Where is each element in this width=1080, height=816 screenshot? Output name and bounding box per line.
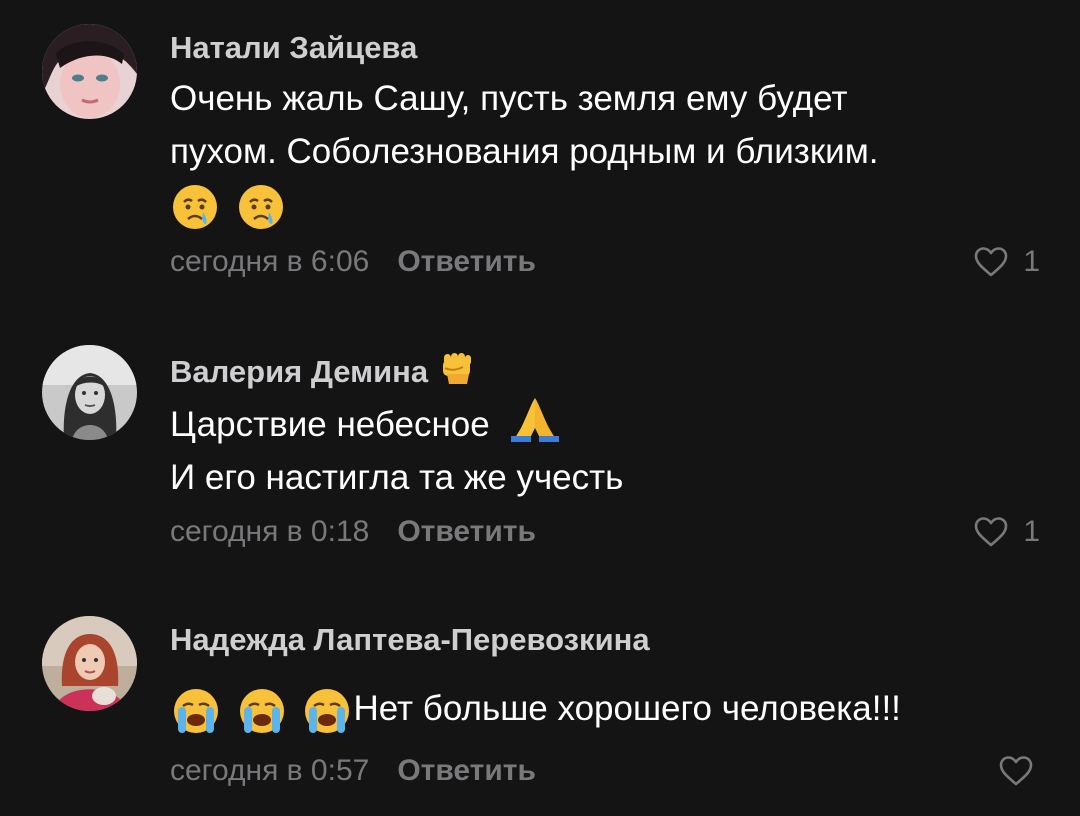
- like-count: 1: [1023, 515, 1040, 548]
- like-button[interactable]: [998, 751, 1034, 791]
- heart-icon: [999, 755, 1033, 786]
- raised-fist-icon: [442, 353, 471, 384]
- comment-author[interactable]: Натали Зайцева: [170, 28, 1040, 68]
- comment-text: Царствие небесное И его настигла та же у…: [170, 394, 1040, 504]
- comment-text-line: Царствие небесное: [170, 394, 1040, 451]
- loudly-crying-face-icon: [305, 688, 350, 733]
- comment-meta: сегодня в 6:06 Ответить 1: [170, 242, 1040, 282]
- emoji-line: [170, 178, 1040, 234]
- heart-icon: [975, 247, 1008, 277]
- heart-icon: [975, 517, 1008, 547]
- comment-author[interactable]: Надежда Лаптева-Перевозкина: [170, 620, 1040, 660]
- like-button[interactable]: 1: [973, 512, 1040, 552]
- reply-button[interactable]: Ответить: [397, 515, 536, 548]
- comment-text-line: Очень жаль Сашу, пусть земля ему будет: [170, 79, 848, 118]
- crying-face-icon: [173, 184, 217, 229]
- comment-time: сегодня в 0:18: [170, 515, 370, 548]
- avatar[interactable]: [42, 345, 137, 440]
- like-button[interactable]: 1: [973, 242, 1040, 282]
- avatar[interactable]: [42, 24, 137, 119]
- comment-time: сегодня в 6:06: [170, 245, 370, 278]
- comment-time: сегодня в 0:57: [170, 753, 370, 787]
- comment-text-line-1: Царствие небесное: [170, 405, 490, 444]
- like-count: 1: [1023, 245, 1040, 278]
- reply-button[interactable]: Ответить: [397, 754, 536, 787]
- avatar[interactable]: [42, 616, 137, 711]
- loudly-crying-face-icon: [174, 688, 218, 733]
- comment-meta: сегодня в 0:18 Ответить 1: [170, 512, 1040, 552]
- comment-text-line: И его настигла та же учесть: [170, 458, 624, 497]
- comment-text: Нет больше хорошего человека!!!: [170, 682, 1040, 737]
- comment-meta: сегодня в 0:57 Ответить: [170, 751, 1040, 791]
- comments-list: Натали Зайцева Очень жаль Сашу, пусть зе…: [0, 0, 1080, 816]
- comment-text-line-1: Нет больше хорошего человека!!!: [353, 689, 901, 728]
- comment-text-line: пухом. Соболезнования родным и близким.: [170, 132, 879, 171]
- comment-author-name: Валерия Демина: [170, 354, 429, 389]
- comment-author[interactable]: Валерия Демина: [170, 350, 1040, 390]
- loudly-crying-face-icon: [239, 688, 284, 733]
- reply-button[interactable]: Ответить: [397, 245, 536, 278]
- crying-face-icon: [238, 184, 283, 229]
- comment-text-line: Нет больше хорошего человека!!!: [170, 682, 1040, 737]
- comment-text: Очень жаль Сашу, пусть земля ему будет п…: [170, 72, 1040, 234]
- folded-hands-icon: [511, 398, 560, 442]
